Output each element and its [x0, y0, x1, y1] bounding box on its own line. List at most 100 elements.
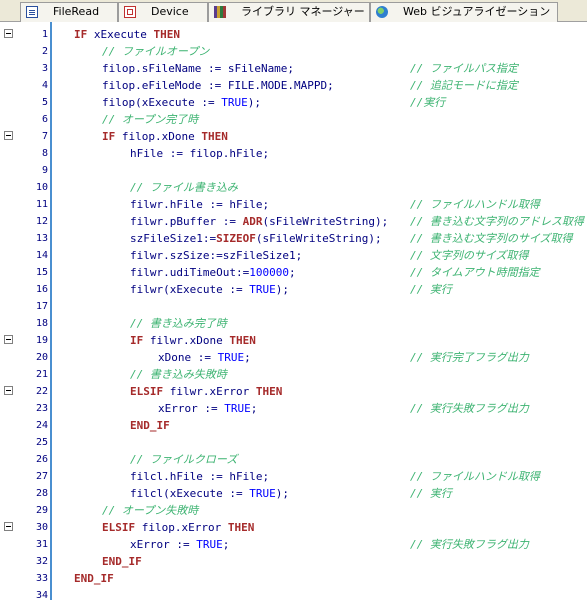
code-line[interactable]: 32 END_IF [0, 553, 587, 570]
code-token: xError := [158, 402, 225, 415]
code-line[interactable]: 3 filop.sFileName := sFileName; // ファイルパス指… [0, 60, 587, 77]
code-token: // ファイルクローズ [130, 453, 238, 466]
code-line[interactable]: 8 hFile := filop.hFile; [0, 145, 587, 162]
code-line[interactable]: 10 // ファイル書き込み [0, 179, 587, 196]
code-text: szFileSize1:=SIZEOF(sFileWriteString); [130, 230, 382, 247]
code-line[interactable]: 11 filwr.hFile := hFile; // ファイルハンドル取得 [0, 196, 587, 213]
inline-comment: // 実行 [410, 283, 452, 296]
code-line[interactable]: 15 filwr.udiTimeOut:=100000; // タイムアウト時間指定 [0, 264, 587, 281]
code-text: IF filwr.xDone THEN [130, 332, 256, 349]
inline-comment: // タイムアウト時間指定 [410, 266, 540, 279]
code-line[interactable]: 16 filwr(xExecute := TRUE); // 実行 [0, 281, 587, 298]
tab-library-manager[interactable]: ライブラリ マネージャー [208, 2, 370, 22]
line-number: 14 [35, 250, 48, 261]
collapse-toggle-icon[interactable] [4, 522, 13, 531]
line-number: 15 [35, 267, 48, 278]
code-editor[interactable]: 1 IF xExecute THEN 2 // ファイルオープン 3 filop.sFil… [0, 22, 587, 600]
line-number: 20 [35, 352, 48, 363]
code-line[interactable]: 34 [0, 587, 587, 600]
code-text: filwr.szSize:=szFileSize1; [130, 247, 302, 264]
line-number: 25 [35, 437, 48, 448]
code-text: xError := TRUE; [130, 536, 229, 553]
code-token: THEN [153, 28, 180, 41]
code-line[interactable]: 6 // オープン完了時 [0, 111, 587, 128]
code-line[interactable]: 5 filop(xExecute := TRUE); //実行 [0, 94, 587, 111]
code-token: filwr.pBuffer := [130, 215, 243, 228]
code-line[interactable]: 21 // 書き込み失敗時 [0, 366, 587, 383]
code-token: ); [247, 96, 261, 109]
inline-comment: // 書き込む文字列のアドレス取得 [410, 215, 584, 228]
code-line[interactable]: 31 xError := TRUE; // 実行失敗フラグ出力 [0, 536, 587, 553]
code-line[interactable]: 19 IF filwr.xDone THEN [0, 332, 587, 349]
code-line[interactable]: 4 filop.eFileMode := FILE.MODE.MAPPD; // 追… [0, 77, 587, 94]
code-token: ELSIF [130, 385, 164, 398]
code-line[interactable]: 17 [0, 298, 587, 315]
inline-comment: //実行 [410, 96, 446, 109]
code-text: // 書き込み完了時 [130, 315, 227, 332]
collapse-toggle-icon[interactable] [4, 335, 13, 344]
line-number: 2 [41, 46, 48, 57]
collapse-toggle-icon[interactable] [4, 131, 13, 140]
line-number: 31 [35, 539, 48, 550]
line-number: 34 [35, 590, 48, 600]
inline-comment: // 実行 [410, 487, 452, 500]
tab-web-visualization[interactable]: Web ビジュアライゼーション [370, 2, 558, 22]
code-token: END_IF [102, 555, 142, 568]
code-text: // オープン完了時 [102, 111, 198, 128]
code-token: szFileSize1:= [130, 232, 217, 245]
code-line[interactable]: 25 [0, 434, 587, 451]
line-number: 8 [41, 148, 48, 159]
code-line[interactable]: 23 xError := TRUE; // 実行失敗フラグ出力 [0, 400, 587, 417]
collapse-toggle-icon[interactable] [4, 386, 13, 395]
line-number: 1 [41, 29, 48, 40]
code-line[interactable]: 9 [0, 162, 587, 179]
tab-fileread[interactable]: FileRead [20, 2, 118, 22]
line-number: 11 [35, 199, 48, 210]
code-line[interactable]: 14 filwr.szSize:=szFileSize1; // 文字列のサイズ取得 [0, 247, 587, 264]
code-token: TRUE [224, 402, 251, 415]
code-token: hFile := filop.hFile; [130, 147, 270, 160]
inline-comment: // 実行完了フラグ出力 [410, 351, 529, 364]
code-token: IF [130, 334, 144, 347]
collapse-toggle-icon[interactable] [4, 29, 13, 38]
code-text: xError := TRUE; [158, 400, 257, 417]
tab-device[interactable]: Device [118, 2, 208, 22]
code-token: filwr.xDone [143, 334, 230, 347]
code-token: // ファイル書き込み [130, 181, 238, 194]
code-token: IF [74, 28, 88, 41]
code-text: END_IF [74, 570, 114, 587]
line-number: 18 [35, 318, 48, 329]
code-line[interactable]: 12 filwr.pBuffer := ADR(sFileWriteString)… [0, 213, 587, 230]
code-line[interactable]: 26 // ファイルクローズ [0, 451, 587, 468]
document-icon [26, 6, 38, 18]
code-token: THEN [227, 521, 255, 534]
code-token: filwr.szSize:=szFileSize1; [130, 249, 303, 262]
code-line[interactable]: 28 filcl(xExecute := TRUE); // 実行 [0, 485, 587, 502]
code-line[interactable]: 24 END_IF [0, 417, 587, 434]
code-line[interactable]: 2 // ファイルオープン [0, 43, 587, 60]
code-line[interactable]: 1 IF xExecute THEN [0, 26, 587, 43]
code-line[interactable]: 18 // 書き込み完了時 [0, 315, 587, 332]
code-token: END_IF [130, 419, 170, 432]
line-number: 9 [41, 165, 48, 176]
code-line[interactable]: 29 // オープン失敗時 [0, 502, 587, 519]
code-text: ELSIF filop.xError THEN [102, 519, 254, 536]
code-token: filop.xError [135, 521, 228, 534]
code-token: THEN [201, 130, 228, 143]
code-token: filcl(xExecute := [130, 487, 250, 500]
code-line[interactable]: 7 IF filop.xDone THEN [0, 128, 587, 145]
code-line[interactable]: 30 ELSIF filop.xError THEN [0, 519, 587, 536]
code-line[interactable]: 27 filcl.hFile := hFile; // ファイルハンドル取得 [0, 468, 587, 485]
code-text: filwr.udiTimeOut:=100000; [130, 264, 296, 281]
code-token: ; [250, 402, 258, 415]
code-token: TRUE [217, 351, 245, 364]
line-number: 21 [35, 369, 48, 380]
code-line[interactable]: 22 ELSIF filwr.xError THEN [0, 383, 587, 400]
code-line[interactable]: 13 szFileSize1:=SIZEOF(sFileWriteString);… [0, 230, 587, 247]
code-line[interactable]: 20 xDone := TRUE; // 実行完了フラグ出力 [0, 349, 587, 366]
line-number: 13 [35, 233, 48, 244]
line-number: 7 [41, 131, 48, 142]
code-line[interactable]: 33 END_IF [0, 570, 587, 587]
code-token: filwr(xExecute := [130, 283, 250, 296]
code-text: END_IF [102, 553, 142, 570]
